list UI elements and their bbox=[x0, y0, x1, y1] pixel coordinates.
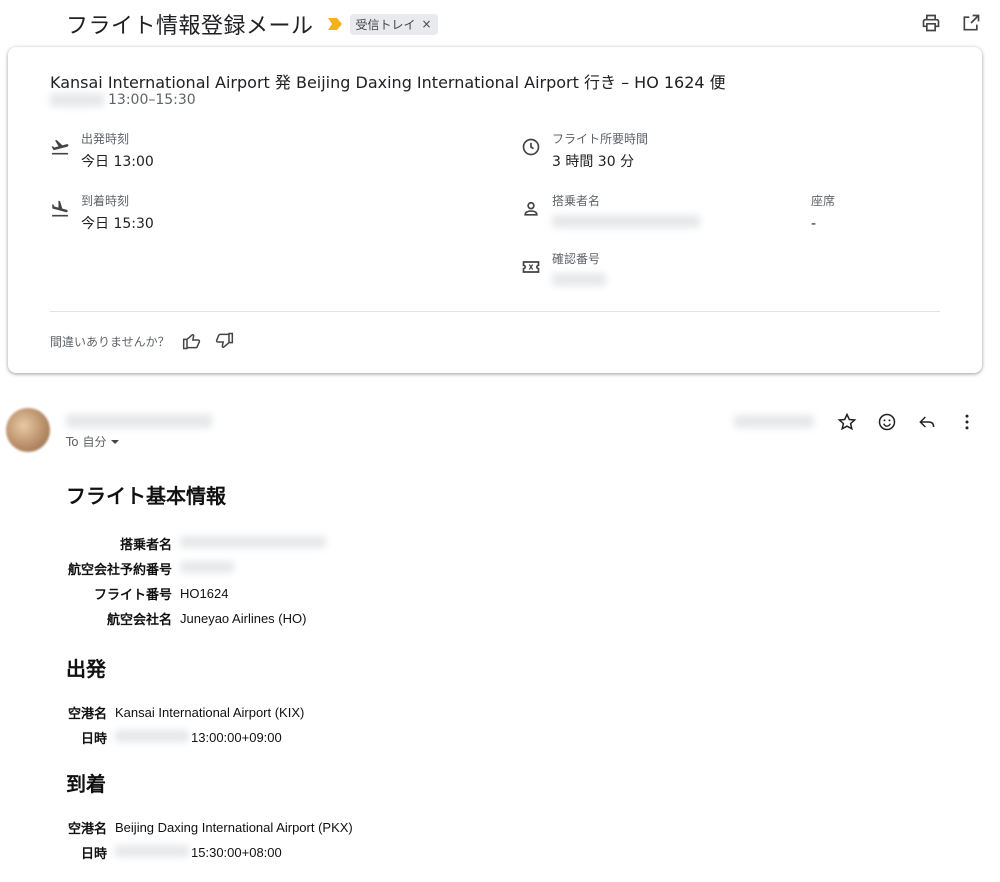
seat-info: 座席 - bbox=[811, 193, 835, 235]
redacted-departure-date bbox=[115, 730, 190, 742]
remove-label-button[interactable]: × bbox=[422, 17, 432, 31]
recipient-details-toggle[interactable]: To 自分 bbox=[66, 433, 120, 450]
feedback-row: 間違いありませんか？ bbox=[50, 331, 234, 351]
arrival-time-value: 今日 15:30 bbox=[81, 216, 154, 232]
subject-bar: フライト情報登録メール 受信トレイ × bbox=[66, 8, 438, 40]
departure-airport-key: 空港名 bbox=[68, 706, 108, 721]
add-reaction-button[interactable] bbox=[876, 411, 898, 433]
passenger-info: 搭乗者名 bbox=[521, 193, 700, 235]
seat-value: - bbox=[811, 216, 817, 232]
redacted-sender-email[interactable] bbox=[66, 414, 212, 428]
reply-button[interactable] bbox=[916, 411, 938, 433]
table-row: 搭乗者名 bbox=[66, 531, 328, 556]
departure-time-value: 今日 13:00 bbox=[81, 154, 154, 170]
arrival-heading: 到着 bbox=[66, 774, 106, 796]
departure-table: 空港名 Kansai International Airport (KIX) 日… bbox=[66, 700, 306, 750]
top-actions bbox=[920, 12, 982, 34]
ticket-icon bbox=[522, 261, 540, 273]
emoji-icon bbox=[878, 413, 896, 431]
flight-number-key: フライト番号 bbox=[94, 587, 173, 602]
dropdown-arrow-icon bbox=[111, 439, 120, 444]
departure-time-info: 出発時刻 今日 13:00 bbox=[50, 131, 154, 173]
airline-key: 航空会社名 bbox=[107, 612, 173, 627]
flight-takeoff-icon bbox=[51, 139, 69, 155]
open-new-window-button[interactable] bbox=[960, 12, 982, 34]
email-body: フライト基本情報 搭乗者名 航空会社予約番号 フライト番号 HO1624 航空会… bbox=[66, 480, 355, 865]
passenger-key: 搭乗者名 bbox=[120, 537, 173, 552]
redacted-booking-number bbox=[180, 561, 235, 573]
table-row: 日時 13:00:00+09:00 bbox=[66, 725, 306, 750]
table-row: フライト番号 HO1624 bbox=[66, 581, 328, 606]
redacted-message-date bbox=[734, 415, 814, 428]
thumbs-down-icon[interactable] bbox=[214, 331, 234, 351]
message-header: To 自分 bbox=[0, 405, 1000, 455]
departure-time-label: 出発時刻 bbox=[81, 132, 130, 146]
flight-summary-subtitle: 13:00–15:30 bbox=[50, 92, 196, 108]
redacted-confirmation-number bbox=[552, 273, 606, 286]
redacted-date bbox=[50, 93, 104, 107]
clock-icon bbox=[522, 138, 540, 156]
more-options-button[interactable] bbox=[956, 411, 978, 433]
recipient-label: To 自分 bbox=[66, 435, 107, 449]
confirmation-info: 確認番号 bbox=[521, 251, 606, 293]
redacted-passenger-value bbox=[180, 536, 327, 548]
inbox-label-chip[interactable]: 受信トレイ × bbox=[349, 13, 438, 35]
email-subject: フライト情報登録メール bbox=[66, 14, 314, 39]
flight-duration-info: フライト所要時間 3 時間 30 分 bbox=[521, 131, 648, 173]
table-row: 日時 15:30:00+08:00 bbox=[66, 840, 355, 865]
basic-info-heading: フライト基本情報 bbox=[66, 486, 226, 508]
print-icon bbox=[922, 14, 940, 32]
arrival-datetime-key: 日時 bbox=[81, 846, 108, 861]
table-row: 空港名 Beijing Daxing International Airport… bbox=[66, 815, 355, 840]
print-button[interactable] bbox=[920, 12, 942, 34]
person-icon bbox=[524, 201, 538, 216]
flight-duration-value: 3 時間 30 分 bbox=[552, 154, 635, 170]
inbox-label-text: 受信トレイ bbox=[355, 17, 416, 32]
star-icon bbox=[837, 412, 857, 431]
departure-heading: 出発 bbox=[66, 659, 106, 681]
message-actions bbox=[836, 411, 978, 433]
table-row: 空港名 Kansai International Airport (KIX) bbox=[66, 700, 306, 725]
arrival-time-info: 到着時刻 今日 15:30 bbox=[50, 193, 154, 235]
flight-time-range: 13:00–15:30 bbox=[108, 92, 196, 108]
seat-label: 座席 bbox=[811, 194, 836, 208]
redacted-passenger-name bbox=[552, 215, 700, 228]
flight-duration-label: フライト所要時間 bbox=[552, 132, 649, 146]
table-row: 航空会社名 Juneyao Airlines (HO) bbox=[66, 606, 328, 631]
arrival-time-value: 15:30:00+08:00 bbox=[191, 845, 282, 860]
flight-number-value: HO1624 bbox=[180, 586, 229, 601]
arrival-airport-key: 空港名 bbox=[68, 821, 108, 836]
booking-number-key: 航空会社予約番号 bbox=[68, 562, 173, 577]
open-in-new-window-icon bbox=[963, 14, 980, 31]
flight-summary-card: Kansai International Airport 発 Beijing D… bbox=[8, 47, 982, 373]
passenger-label: 搭乗者名 bbox=[552, 194, 601, 208]
flight-land-icon bbox=[52, 200, 68, 217]
feedback-prompt: 間違いありませんか？ bbox=[50, 334, 170, 349]
card-divider bbox=[50, 311, 940, 312]
confirmation-label: 確認番号 bbox=[552, 252, 601, 266]
flight-summary-title: Kansai International Airport 発 Beijing D… bbox=[50, 73, 726, 92]
sender-avatar[interactable] bbox=[6, 408, 50, 452]
reply-icon bbox=[919, 416, 935, 428]
table-row: 航空会社予約番号 bbox=[66, 556, 328, 581]
star-button[interactable] bbox=[836, 411, 858, 433]
airline-value: Juneyao Airlines (HO) bbox=[180, 611, 307, 626]
departure-time-value: 13:00:00+09:00 bbox=[191, 730, 282, 745]
more-vert-icon bbox=[965, 414, 969, 430]
arrival-time-label: 到着時刻 bbox=[81, 194, 130, 208]
basic-info-table: 搭乗者名 航空会社予約番号 フライト番号 HO1624 航空会社名 Juneya… bbox=[66, 531, 328, 631]
importance-marker-icon[interactable] bbox=[327, 18, 342, 30]
departure-airport-value: Kansai International Airport (KIX) bbox=[115, 705, 305, 720]
redacted-arrival-date bbox=[115, 845, 190, 857]
arrival-airport-value: Beijing Daxing International Airport (PK… bbox=[115, 820, 353, 835]
departure-datetime-key: 日時 bbox=[81, 731, 108, 746]
arrival-table: 空港名 Beijing Daxing International Airport… bbox=[66, 815, 355, 865]
thumbs-up-icon[interactable] bbox=[182, 331, 202, 351]
